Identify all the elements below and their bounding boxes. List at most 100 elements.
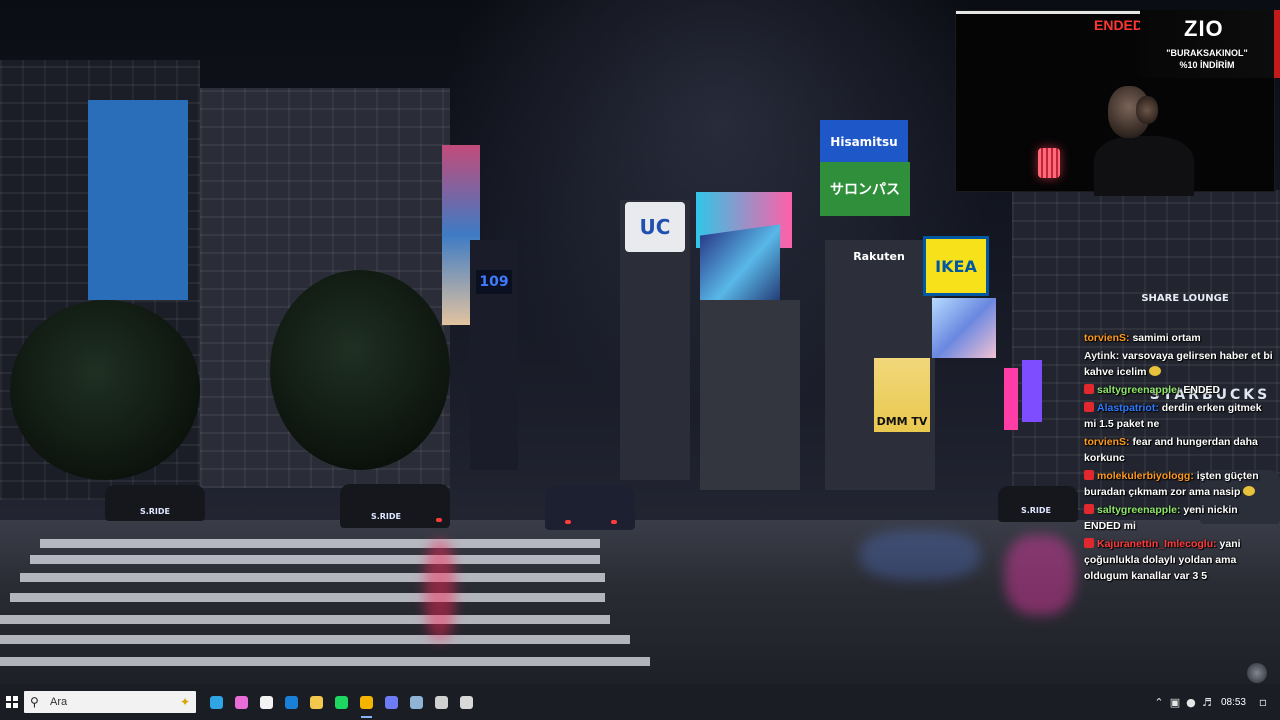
chat-username[interactable]: molekulerbiyologg: [1097,470,1194,482]
lounge-sign: SHARE LOUNGE [1141,292,1229,304]
sponsor-panel: ZIO "BURAKSAKINOL" %10 İNDİRİM [1140,10,1280,78]
audio-app-icon [435,695,448,709]
chat-overlay: torvienS: samimi ortam Aytink: varsovaya … [1084,330,1274,586]
taskbar-app-audio-app[interactable] [429,684,454,720]
windows-logo-icon [6,696,18,708]
anime-billboard-right [932,298,996,358]
purple-neon-sign [1022,360,1042,422]
outlook-icon [285,695,298,709]
chat-message: torvienS: samimi ortam [1084,330,1274,346]
taskbar-app-edge[interactable] [204,684,229,720]
car-left: S.RIDE [105,485,205,521]
sride-left-label: S.RIDE [139,506,171,516]
search-placeholder: Ara [50,696,68,708]
sponsor-red-edge [1274,10,1280,78]
taskbar-search-box[interactable]: ⚲ Ara ✦ [24,691,196,713]
steam-icon [410,695,423,709]
chat-text: ENDED [1183,384,1221,396]
ikea-sign: IKEA [923,236,989,296]
chevron-up-icon[interactable]: ⌃ [1151,696,1167,709]
taskbar-clock[interactable]: 08:53 [1221,697,1246,708]
chat-badge-icon [1084,384,1094,394]
car-center [545,486,635,530]
discord-icon [385,695,398,709]
uc-sign: UC [625,202,685,252]
left-blue-sign [88,100,188,300]
chat-username[interactable]: Aytink: [1084,350,1119,362]
chat-message: molekulerbiyologg: işten güçten buradan … [1084,468,1274,500]
taskbar-app-steam[interactable] [404,684,429,720]
sride-mid-label: S.RIDE [370,511,402,521]
sponsor-discount: %10 İNDİRİM [1179,60,1235,70]
rakuten-sign: Rakuten [853,249,905,263]
chat-username[interactable]: Alastpatriot: [1097,402,1159,414]
chat-message: saltygreenapple: ENDED [1084,382,1274,398]
chat-badge-icon [1084,538,1094,548]
chat-message: torvienS: fear and hungerdan daha korkun… [1084,434,1274,466]
chat-username[interactable]: Kajuranettin_Imlecoglu: [1097,538,1217,550]
taskbar-app-discord[interactable] [379,684,404,720]
center-building [700,300,800,490]
emote-icon [1149,366,1162,376]
sparkle-icon: ✦ [179,695,190,709]
crosswalk [0,535,660,675]
screen: 109 UC Hisamitsu サロンパス Rakuten DMM TV IK… [0,0,1280,720]
taskbar-app-copilot[interactable] [229,684,254,720]
tree-far-left [10,300,200,480]
search-icon: ⚲ [30,695,39,709]
store-icon [260,695,273,709]
taskbar: ⚲ Ara ✦ ⌃ ▣ ● ♬ 08:53 ▫ [0,684,1280,720]
dmm-billboard: DMM TV [874,358,930,432]
chat-badge-icon [1084,402,1094,412]
taskbar-app-spotify[interactable] [329,684,354,720]
streamer-webcam-figure [1094,82,1194,196]
chat-message: Alastpatriot: derdin erken gitmek mi 1.5… [1084,400,1274,432]
start-button[interactable] [0,684,24,720]
sride-right-label: S.RIDE [1020,505,1052,515]
pink-neon-sign [1004,368,1018,430]
emote-icon [1243,486,1256,496]
chat-username[interactable]: torvienS: [1084,332,1130,344]
road-reflection-pink [425,540,455,640]
taskbar-app-obs[interactable] [454,684,479,720]
hisamitsu-sign: Hisamitsu [820,120,908,164]
taskbar-app-chrome[interactable] [354,684,379,720]
sponsor-code: "BURAKSAKINOL" [1166,48,1248,58]
copilot-icon [235,695,248,709]
taskbar-app-file-explorer[interactable] [304,684,329,720]
sponsor-logo: ZIO [1184,16,1224,41]
network-icon[interactable]: ▣ [1167,696,1183,709]
stream-widget-icon [1247,663,1267,683]
chat-text: samimi ortam [1132,332,1201,344]
car-right: S.RIDE [998,486,1078,522]
volume-icon[interactable]: ♬ [1199,696,1215,709]
chat-badge-icon [1084,470,1094,480]
notification-icon[interactable]: ▫ [1254,695,1272,709]
chat-username[interactable]: saltygreenapple: [1097,504,1180,516]
road-reflection-pink-right [1005,535,1075,615]
chat-username[interactable]: saltygreenapple: [1097,384,1180,396]
edge-icon [210,695,223,709]
chat-message: saltygreenapple: yeni nickin ENDED mi [1084,502,1274,534]
chrome-icon [360,695,373,709]
red-lamp [1038,148,1060,178]
taskbar-app-store[interactable] [254,684,279,720]
chat-badge-icon [1084,504,1094,514]
webcam-status-label: ENDED [1094,17,1144,33]
system-tray: ⌃ ▣ ● ♬ 08:53 ▫ [1151,684,1280,720]
pinned-apps [204,684,479,720]
file-explorer-icon [310,695,323,709]
spotify-icon [335,695,348,709]
sign-109: 109 [476,270,512,294]
road-reflection-blue [860,530,980,580]
salonpas-sign: サロンパス [820,162,910,216]
chat-username[interactable]: torvienS: [1084,436,1130,448]
webcam-progress-bar [956,11,1141,14]
chat-message: Aytink: varsovaya gelirsen haber et bi k… [1084,348,1274,380]
car-center-left: S.RIDE [340,484,450,528]
obs-icon [460,695,473,709]
microphone-icon[interactable]: ● [1183,696,1199,709]
taskbar-app-outlook[interactable] [279,684,304,720]
chat-message: Kajuranettin_Imlecoglu: yani çoğunlukla … [1084,536,1274,584]
tree-left [270,270,450,470]
